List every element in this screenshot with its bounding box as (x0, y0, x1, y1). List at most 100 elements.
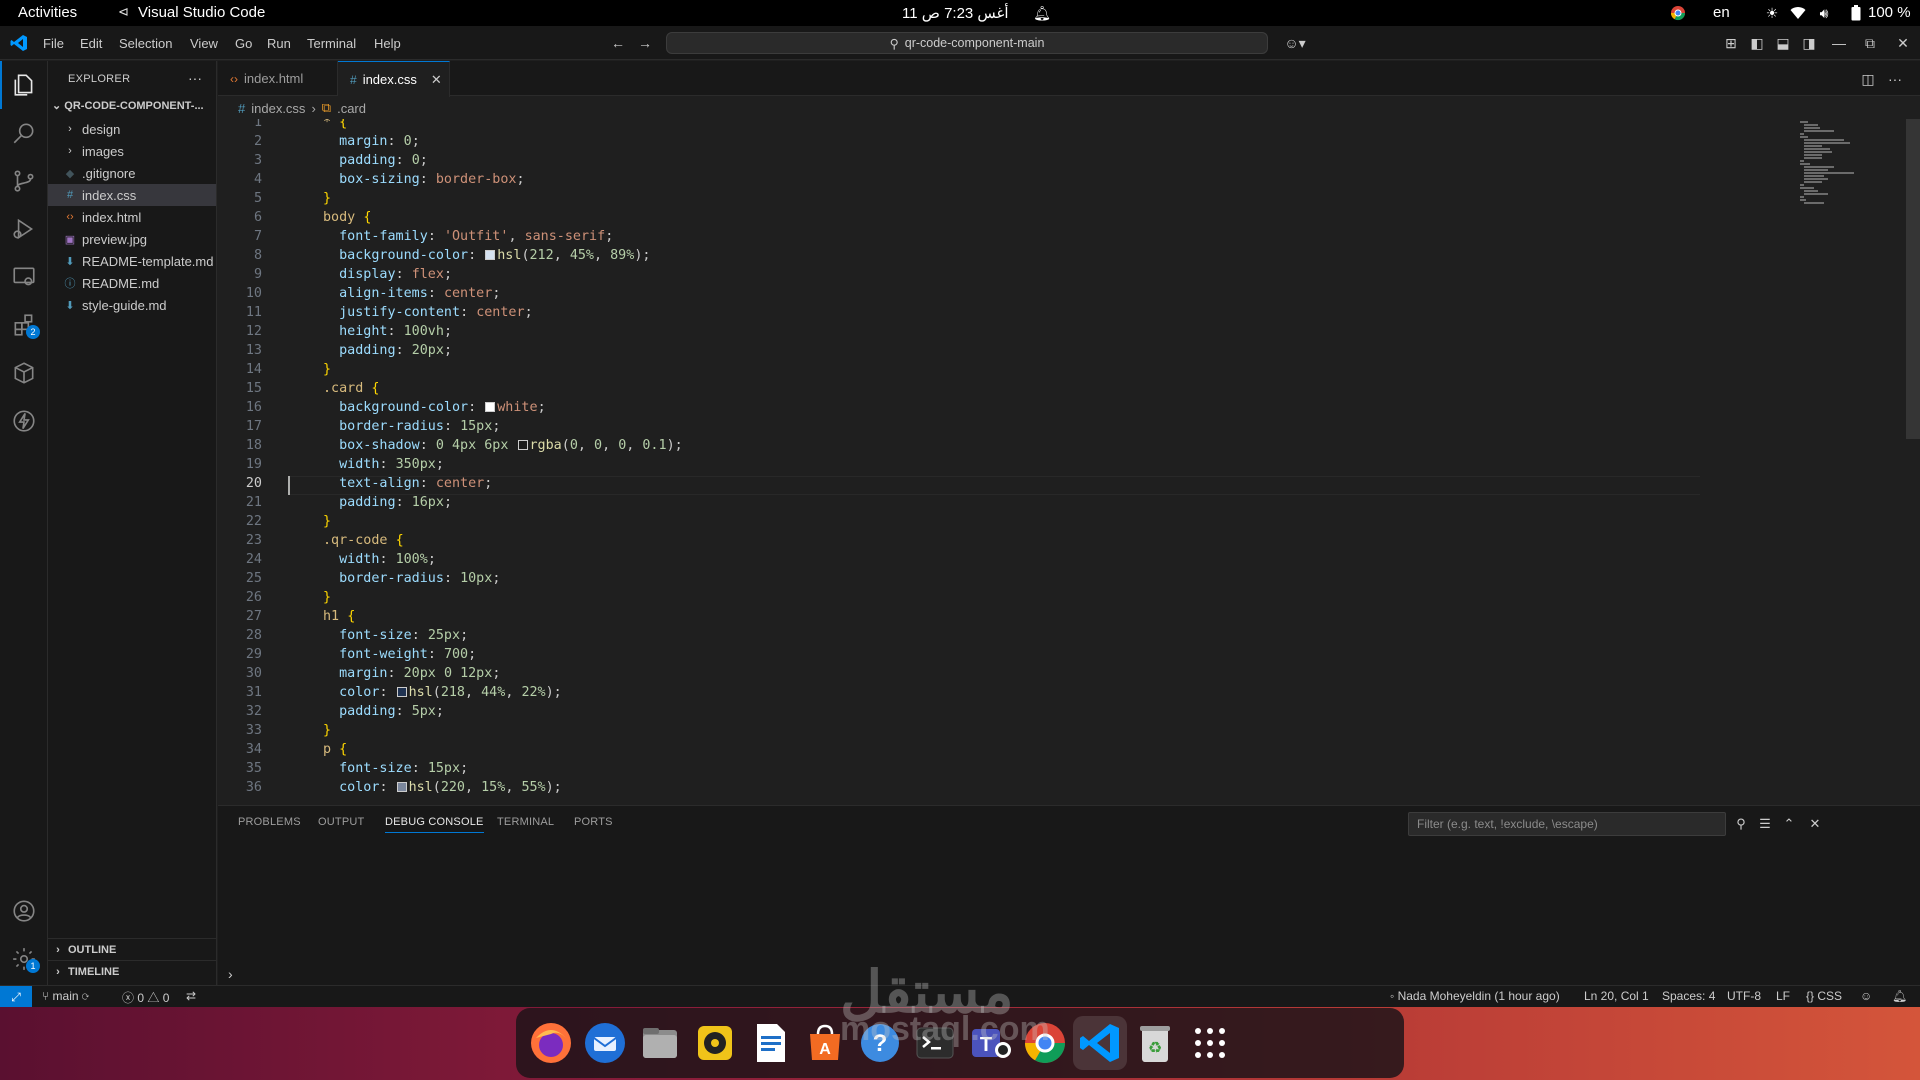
activities-button[interactable]: Activities (18, 4, 77, 21)
menu-selection[interactable]: Selection (119, 36, 172, 51)
tab-ports[interactable]: PORTS (574, 816, 613, 828)
breadcrumb-file[interactable]: index.css (251, 101, 305, 116)
timeline-section[interactable]: › TIMELINE (48, 960, 216, 982)
code-line[interactable]: body { (323, 210, 371, 225)
thunder-client-icon[interactable] (0, 397, 48, 445)
branch-indicator[interactable]: ⑂ main ⟳ (42, 989, 89, 1003)
code-line[interactable]: text-align: center; (323, 476, 492, 491)
code-line[interactable]: border-radius: 10px; (323, 571, 500, 586)
vscode-icon[interactable] (1073, 1016, 1127, 1070)
firefox-icon[interactable] (524, 1016, 578, 1070)
code-line[interactable]: h1 { (323, 609, 355, 624)
more-actions-icon[interactable]: ··· (188, 70, 202, 86)
copilot-status-icon[interactable]: ☺ (1860, 989, 1872, 1003)
git-blame[interactable]: ◦ Nada Moheyeldin (1 hour ago) (1390, 989, 1560, 1003)
code-line[interactable]: color: hsl(220, 15%, 55%); (323, 780, 562, 795)
code-line[interactable]: padding: 16px; (323, 495, 452, 510)
focused-app-name[interactable]: Visual Studio Code (138, 4, 265, 21)
menu-go[interactable]: Go (235, 36, 252, 51)
code-line[interactable]: background-color: hsl(212, 45%, 89%); (323, 248, 650, 263)
help-icon[interactable]: ? (853, 1016, 907, 1070)
code-line[interactable]: * { (323, 119, 347, 130)
problems-indicator[interactable]: ⓧ 0 △ 0 (122, 989, 169, 1006)
forward-arrow-icon[interactable]: → (636, 34, 654, 52)
chrome-icon[interactable] (1018, 1016, 1072, 1070)
battery-icon[interactable] (1846, 3, 1866, 23)
file-gitignore[interactable]: ◆ .gitignore (48, 162, 216, 184)
color-swatch[interactable] (396, 782, 407, 792)
search-icon[interactable]: ⚲ (1732, 815, 1750, 833)
brightness-icon[interactable]: ☀ (1762, 3, 1782, 23)
tab-terminal[interactable]: TERMINAL (497, 816, 554, 828)
tab-output[interactable]: OUTPUT (318, 816, 364, 828)
indentation[interactable]: Spaces: 4 (1662, 989, 1715, 1003)
run-debug-icon[interactable] (0, 205, 48, 253)
remote-indicator-icon[interactable]: ⤢ (0, 986, 32, 1008)
notifications-icon[interactable]: 🔔︎ (1892, 989, 1907, 1003)
tab-problems[interactable]: PROBLEMS (238, 816, 301, 828)
menu-run[interactable]: Run (267, 36, 291, 51)
menu-terminal[interactable]: Terminal (307, 36, 356, 51)
code-line[interactable]: margin: 0; (323, 134, 420, 149)
code-line[interactable]: font-family: 'Outfit', sans-serif; (323, 229, 613, 244)
code-line[interactable]: width: 100%; (323, 552, 436, 567)
code-line[interactable]: } (323, 191, 331, 206)
tab-debug-console[interactable]: DEBUG CONSOLE (385, 816, 484, 833)
file-index-html[interactable]: ‹› index.html (48, 206, 216, 228)
code-line[interactable]: margin: 20px 0 12px; (323, 666, 500, 681)
minimize-icon[interactable]: — (1830, 34, 1848, 52)
accounts-icon[interactable] (0, 887, 48, 935)
code-line[interactable]: width: 350px; (323, 457, 444, 472)
maximize-panel-icon[interactable]: ⌃ (1780, 815, 1798, 833)
chrome-tray-icon[interactable] (1668, 3, 1688, 23)
toggle-panel-icon[interactable]: ⬓ (1774, 34, 1792, 52)
menu-help[interactable]: Help (374, 36, 401, 51)
file-index-css[interactable]: # index.css (48, 184, 216, 206)
end-of-line[interactable]: LF (1776, 989, 1790, 1003)
menu-view[interactable]: View (190, 36, 218, 51)
app-grid-icon[interactable] (1183, 1016, 1237, 1070)
customize-layout-icon[interactable]: ⊞ (1722, 34, 1740, 52)
code-line[interactable]: height: 100vh; (323, 324, 452, 339)
volume-icon[interactable]: 🔊︎ (1814, 3, 1834, 23)
split-editor-icon[interactable]: ◫ (1859, 70, 1877, 88)
encoding[interactable]: UTF-8 (1727, 989, 1761, 1003)
writer-icon[interactable] (743, 1016, 797, 1070)
cursor-position[interactable]: Ln 20, Col 1 (1584, 989, 1649, 1003)
code-line[interactable]: } (323, 514, 331, 529)
copilot-icon[interactable]: ☺▾ (1280, 34, 1310, 52)
back-arrow-icon[interactable]: ← (609, 34, 627, 52)
code-line[interactable]: } (323, 362, 331, 377)
command-center[interactable]: ⚲ qr-code-component-main (666, 32, 1268, 54)
code-line[interactable]: border-radius: 15px; (323, 419, 500, 434)
folder-design[interactable]: › design (48, 118, 216, 140)
workspace-root[interactable]: ⌄ QR-CODE-COMPONENT-... (52, 99, 217, 112)
code-editor[interactable]: 1 * {2 margin: 0; 3 padding: 0; 4 box-sizin… (218, 119, 1702, 803)
code-line[interactable]: display: flex; (323, 267, 452, 282)
menu-edit[interactable]: Edit (80, 36, 102, 51)
thunderbird-icon[interactable] (578, 1016, 632, 1070)
terminal-icon[interactable] (908, 1016, 962, 1070)
color-swatch[interactable] (396, 687, 407, 697)
color-swatch[interactable] (485, 250, 496, 260)
remote-explorer-icon[interactable] (0, 253, 48, 301)
code-line[interactable]: background-color: white; (323, 400, 546, 415)
trash-icon[interactable]: ♻ (1128, 1016, 1182, 1070)
language-mode[interactable]: {} CSS (1806, 989, 1842, 1003)
bell-icon[interactable]: 🔔︎ (1032, 3, 1052, 23)
code-line[interactable]: font-weight: 700; (323, 647, 476, 662)
file-style-guide[interactable]: ⬇ style-guide.md (48, 294, 216, 316)
code-line[interactable]: font-size: 25px; (323, 628, 468, 643)
toggle-secondary-sidebar-icon[interactable]: ◨ (1800, 34, 1818, 52)
code-line[interactable]: .card { (323, 381, 379, 396)
breadcrumb-symbol[interactable]: .card (337, 101, 366, 116)
toggle-sidebar-icon[interactable]: ◧ (1748, 34, 1766, 52)
containers-icon[interactable] (0, 349, 48, 397)
color-swatch[interactable] (517, 440, 528, 450)
clock[interactable]: 11 أغس 7:23 ص (902, 4, 1009, 22)
debug-filter-input[interactable]: Filter (e.g. text, !exclude, \escape) (1408, 812, 1726, 836)
editor-scrollbar[interactable] (1906, 119, 1920, 439)
code-line[interactable]: padding: 5px; (323, 704, 444, 719)
outline-section[interactable]: › OUTLINE (48, 938, 216, 960)
code-line[interactable]: justify-content: center; (323, 305, 533, 320)
